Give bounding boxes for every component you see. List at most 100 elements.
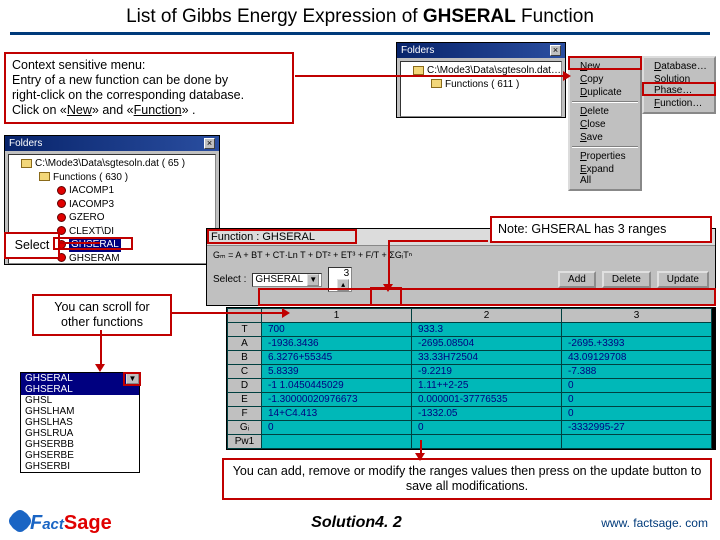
arrow-line	[172, 312, 284, 314]
callout-context-menu: Context sensitive menu: Entry of a new f…	[4, 52, 294, 124]
menu-item-function[interactable]: Function…	[644, 97, 714, 110]
menu-item-delete[interactable]: Delete	[570, 105, 640, 118]
grid-cell[interactable]: 6.3276+55345	[262, 351, 412, 365]
callout-text: Select	[15, 238, 50, 252]
grid-cell[interactable]: 0	[562, 379, 712, 393]
callout-line: right-click on the corresponding databas…	[12, 88, 286, 103]
grid-cell[interactable]: -2695.08504	[412, 337, 562, 351]
grid-cell[interactable]: 0	[562, 393, 712, 407]
grid-table[interactable]: 123T700933.3A-1936.3436-2695.08504-2695.…	[227, 308, 712, 449]
function-icon	[57, 199, 66, 208]
panel-titlebar[interactable]: Folders ×	[397, 43, 565, 58]
close-icon[interactable]: ×	[550, 45, 561, 56]
list-item[interactable]: GHSLHAM	[21, 406, 139, 417]
arrow-head-icon	[282, 308, 290, 318]
list-item[interactable]: GHSERBB	[21, 439, 139, 450]
factsage-logo: FactSage	[12, 512, 112, 535]
grid-row-header: Gᵢ	[228, 421, 262, 435]
folder-icon	[39, 172, 50, 181]
menu-item-properties[interactable]: Properties	[570, 150, 640, 163]
list-item[interactable]: GHSL	[21, 395, 139, 406]
grid-cell[interactable]	[562, 323, 712, 337]
grid-cell[interactable]: 0	[262, 421, 412, 435]
tree-item[interactable]: IACOMP1	[11, 184, 213, 198]
list-item[interactable]: GHSERBE	[21, 450, 139, 461]
grid-cell[interactable]: 33.33H72504	[412, 351, 562, 365]
function-icon	[57, 213, 66, 222]
grid-cell[interactable]	[262, 435, 412, 449]
menu-item-expand-all[interactable]: Expand All	[570, 163, 640, 187]
grid-cell[interactable]: -1 1.0450445029	[262, 379, 412, 393]
tree-item[interactable]: Functions ( 630 )	[11, 171, 213, 185]
function-icon	[57, 186, 66, 195]
function-combo[interactable]: GHSERAL▼	[252, 273, 322, 287]
grid-header	[228, 309, 262, 323]
grid-cell[interactable]: 700	[262, 323, 412, 337]
menu-item-duplicate[interactable]: Duplicate	[570, 86, 640, 99]
add-button[interactable]: Add	[558, 271, 596, 288]
list-item[interactable]: GHSERAL	[21, 373, 126, 384]
list-item[interactable]: GHSERBI	[21, 461, 139, 472]
grid-cell[interactable]: 0	[562, 407, 712, 421]
grid-cell[interactable]: 14+C4.413	[262, 407, 412, 421]
title-prefix: List of Gibbs Energy Expression of	[126, 6, 423, 27]
grid-cell[interactable]: -1936.3436	[262, 337, 412, 351]
grid-cell[interactable]: 933.3	[412, 323, 562, 337]
grid-cell[interactable]: 1.11++2-25	[412, 379, 562, 393]
callout-text: You can add, remove or modify the ranges…	[233, 464, 702, 493]
select-label: Select :	[213, 274, 246, 285]
grid-cell[interactable]: -1.30000020976673	[262, 393, 412, 407]
tree-item[interactable]: Functions ( 611 )	[403, 78, 559, 92]
tree-item[interactable]: IACOMP3	[11, 198, 213, 212]
delete-button[interactable]: Delete	[602, 271, 651, 288]
context-menu[interactable]: New Copy Duplicate Delete Close Save Pro…	[568, 56, 642, 191]
panel-title-text: Folders	[9, 138, 42, 149]
list-item[interactable]: GHSERAL	[21, 384, 139, 395]
grid-cell[interactable]	[562, 435, 712, 449]
arrow-line	[100, 330, 102, 366]
list-item[interactable]: GHSLRUA	[21, 428, 139, 439]
grid-cell[interactable]: -1332.05	[412, 407, 562, 421]
highlight-function	[642, 82, 716, 96]
menu-item-copy[interactable]: Copy	[570, 73, 640, 86]
grid-cell[interactable]: -7.388	[562, 365, 712, 379]
grid-row-header: T	[228, 323, 262, 337]
footer-url: www. factsage. com	[601, 516, 708, 530]
grid-cell[interactable]: 43.09129708	[562, 351, 712, 365]
arrow-line	[295, 75, 565, 77]
ranges-grid[interactable]: 123T700933.3A-1936.3436-2695.08504-2695.…	[226, 307, 716, 450]
tree-item[interactable]: GZERO	[11, 211, 213, 225]
title-suffix: Function	[516, 6, 594, 27]
arrow-head-icon	[415, 453, 425, 461]
grid-row-header: D	[228, 379, 262, 393]
menu-item-database[interactable]: Database…	[644, 60, 714, 73]
page-footer: FactSage Solution4. 2 www. factsage. com	[0, 506, 720, 540]
grid-cell[interactable]: -3332995-27	[562, 421, 712, 435]
list-item[interactable]: GHSLHAS	[21, 417, 139, 428]
grid-cell[interactable]: 5.8339	[262, 365, 412, 379]
callout-bottom: You can add, remove or modify the ranges…	[222, 458, 712, 500]
callout-text: You can scroll for	[40, 300, 164, 315]
close-icon[interactable]: ×	[204, 138, 215, 149]
chevron-down-icon[interactable]: ▼	[307, 274, 319, 286]
menu-item-save[interactable]: Save	[570, 131, 640, 144]
function-listbox[interactable]: GHSERAL ▼ GHSERAL GHSL GHSLHAM GHSLHAS G…	[20, 372, 140, 473]
folder-tree[interactable]: C:\Mode3\Data\sgtesoln.dat… Functions ( …	[400, 61, 562, 117]
arrow-line	[388, 240, 390, 287]
grid-cell[interactable]	[412, 435, 562, 449]
panel-titlebar[interactable]: Folders ×	[5, 136, 219, 151]
grid-cell[interactable]: -9.2219	[412, 365, 562, 379]
grid-cell[interactable]: 0	[412, 421, 562, 435]
menu-item-close[interactable]: Close	[570, 118, 640, 131]
arrow-head-icon	[563, 71, 571, 81]
grid-cell[interactable]: -2695.+3393	[562, 337, 712, 351]
update-button[interactable]: Update	[657, 271, 709, 288]
callout-text: other functions	[40, 315, 164, 330]
arrow-head-icon	[95, 364, 105, 372]
grid-cell[interactable]: 0.000001-37776535	[412, 393, 562, 407]
folder-icon	[413, 66, 424, 75]
tree-item[interactable]: C:\Mode3\Data\sgtesoln.dat ( 65 )	[11, 157, 213, 171]
callout-scroll: You can scroll for other functions	[32, 294, 172, 336]
page-title: List of Gibbs Energy Expression of GHSER…	[0, 0, 720, 32]
gear-icon	[12, 513, 28, 529]
